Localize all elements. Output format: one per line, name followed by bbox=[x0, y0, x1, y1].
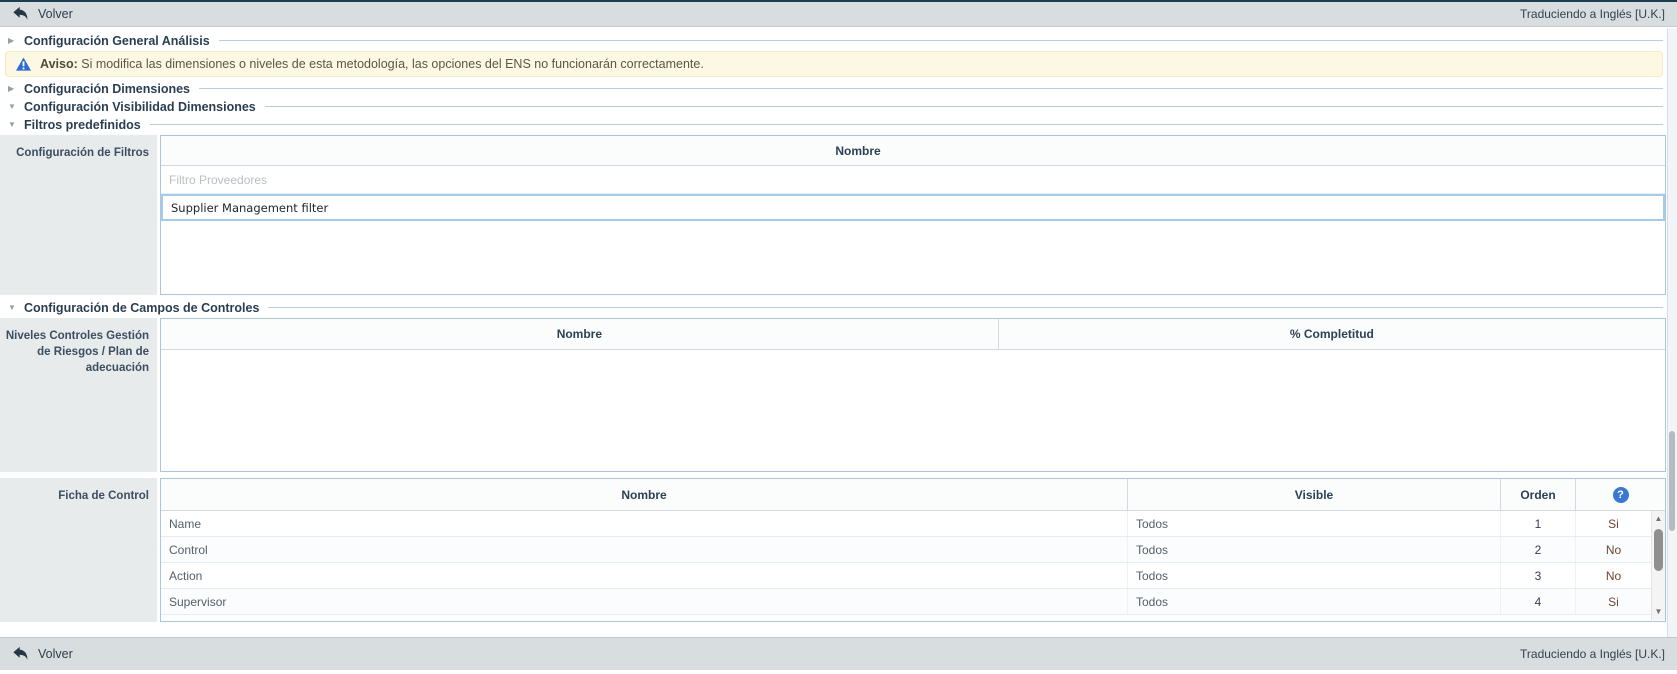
cell-orden: 2 bbox=[1501, 537, 1576, 562]
ficha-table: Nombre Visible Orden ? Name Todos 1 Si C… bbox=[160, 478, 1666, 622]
scroll-down-icon[interactable]: ▼ bbox=[1652, 606, 1665, 618]
niveles-field-label: Niveles Controles Gestión de Riesgos / P… bbox=[0, 318, 157, 472]
expand-triangle-icon: ▼ bbox=[8, 120, 24, 129]
back-button-label: Volver bbox=[38, 7, 73, 21]
page-scrollbar-thumb[interactable] bbox=[1669, 431, 1675, 531]
section-title: Configuración de Campos de Controles bbox=[24, 301, 259, 315]
section-header-configuracion-general-analisis[interactable]: ▶ Configuración General Análisis bbox=[0, 33, 1677, 48]
translation-status: Traduciendo a Inglés [U.K.] bbox=[1520, 647, 1665, 661]
cell-nombre: Control bbox=[161, 537, 1128, 562]
warning-triangle-icon bbox=[16, 57, 31, 71]
section-rule bbox=[199, 88, 1663, 89]
cell-visible: Todos bbox=[1128, 563, 1501, 588]
table-row[interactable]: Control Todos 2 No bbox=[161, 537, 1665, 563]
section-header-filtros-predefinidos[interactable]: ▼ Filtros predefinidos bbox=[0, 117, 1677, 132]
section-title: Configuración Visibilidad Dimensiones bbox=[24, 100, 256, 114]
cell-visible: Todos bbox=[1128, 589, 1501, 614]
expand-triangle-icon: ▼ bbox=[8, 102, 24, 111]
ficha-table-scrollbar[interactable]: ▲ ▼ bbox=[1651, 511, 1665, 620]
ficha-header-orden: Orden bbox=[1501, 479, 1576, 510]
bottom-toolbar: Volver Traduciendo a Inglés [U.K.] bbox=[0, 637, 1677, 670]
expand-triangle-icon: ▼ bbox=[8, 303, 24, 312]
collapse-triangle-icon: ▶ bbox=[8, 36, 24, 45]
back-button-label: Volver bbox=[38, 647, 73, 661]
top-toolbar: Volver Traduciendo a Inglés [U.K.] bbox=[0, 0, 1677, 27]
ficha-content-row: Ficha de Control Nombre Visible Orden ? … bbox=[0, 478, 1666, 622]
cell-nombre: Name bbox=[161, 511, 1128, 536]
warning-banner: Aviso: Si modifica las dimensiones o niv… bbox=[5, 51, 1663, 77]
ficha-header-visible: Visible bbox=[1128, 479, 1501, 510]
translation-status: Traduciendo a Inglés [U.K.] bbox=[1520, 7, 1665, 21]
filtros-row-placeholder[interactable]: Filtro Proveedores bbox=[161, 166, 1665, 194]
section-title: Configuración General Análisis bbox=[24, 34, 210, 48]
section-rule bbox=[150, 124, 1663, 125]
cell-nombre: Action bbox=[161, 563, 1128, 588]
section-rule bbox=[219, 40, 1663, 41]
back-arrow-icon bbox=[12, 646, 29, 663]
section-rule bbox=[268, 307, 1663, 308]
page-scrollbar[interactable] bbox=[1667, 28, 1677, 637]
niveles-table: Nombre % Completitud bbox=[160, 318, 1666, 472]
collapse-triangle-icon: ▶ bbox=[8, 84, 24, 93]
filtros-table-header: Nombre bbox=[161, 136, 1665, 166]
filtros-field-label: Configuración de Filtros bbox=[0, 135, 157, 295]
back-button-bottom[interactable]: Volver bbox=[12, 646, 73, 663]
filtros-table: Nombre Filtro Proveedores Supplier Manag… bbox=[160, 135, 1666, 295]
warning-title: Aviso: bbox=[40, 57, 78, 71]
filtros-header-nombre: Nombre bbox=[835, 144, 880, 158]
scrollbar-thumb[interactable] bbox=[1654, 529, 1663, 571]
warning-body: Si modifica las dimensiones o niveles de… bbox=[81, 57, 704, 71]
section-header-configuracion-visibilidad-dimensiones[interactable]: ▼ Configuración Visibilidad Dimensiones bbox=[0, 99, 1677, 114]
niveles-header-nombre: Nombre bbox=[161, 319, 999, 349]
scroll-up-icon[interactable]: ▲ bbox=[1652, 513, 1665, 525]
table-row[interactable]: Supervisor Todos 4 Si bbox=[161, 589, 1665, 615]
niveles-header-completitud: % Completitud bbox=[999, 319, 1665, 349]
section-rule bbox=[265, 106, 1663, 107]
cell-visible: Todos bbox=[1128, 511, 1501, 536]
filtros-content-row: Configuración de Filtros Nombre Filtro P… bbox=[0, 135, 1666, 295]
help-icon[interactable]: ? bbox=[1613, 487, 1629, 503]
filtros-row-selected-input[interactable]: Supplier Management filter bbox=[161, 194, 1665, 221]
niveles-table-header: Nombre % Completitud bbox=[161, 319, 1665, 350]
cell-orden: 1 bbox=[1501, 511, 1576, 536]
table-row[interactable]: Action Todos 3 No bbox=[161, 563, 1665, 589]
filtros-field-label-text: Configuración de Filtros bbox=[16, 147, 149, 159]
ficha-header-nombre: Nombre bbox=[161, 479, 1128, 510]
cell-nombre: Supervisor bbox=[161, 589, 1128, 614]
warning-text: Aviso: Si modifica las dimensiones o niv… bbox=[40, 57, 704, 71]
ficha-header-help: ? bbox=[1576, 479, 1665, 510]
section-title: Filtros predefinidos bbox=[24, 118, 141, 132]
niveles-content-row: Niveles Controles Gestión de Riesgos / P… bbox=[0, 318, 1666, 472]
cell-orden: 4 bbox=[1501, 589, 1576, 614]
methodology-config-page: Volver Traduciendo a Inglés [U.K.] ▶ Con… bbox=[0, 0, 1677, 674]
cell-visible: Todos bbox=[1128, 537, 1501, 562]
cell-orden: 3 bbox=[1501, 563, 1576, 588]
ficha-table-header: Nombre Visible Orden ? bbox=[161, 479, 1665, 511]
back-arrow-icon bbox=[12, 6, 29, 23]
section-title: Configuración Dimensiones bbox=[24, 82, 190, 96]
ficha-field-label-text: Ficha de Control bbox=[58, 490, 149, 502]
ficha-field-label: Ficha de Control bbox=[0, 478, 157, 622]
section-header-configuracion-campos-controles[interactable]: ▼ Configuración de Campos de Controles bbox=[0, 300, 1677, 315]
table-row[interactable]: Name Todos 1 Si bbox=[161, 511, 1665, 537]
back-button-top[interactable]: Volver bbox=[12, 6, 73, 23]
section-header-configuracion-dimensiones[interactable]: ▶ Configuración Dimensiones bbox=[0, 81, 1677, 96]
niveles-field-label-text: Niveles Controles Gestión de Riesgos / P… bbox=[6, 330, 149, 374]
